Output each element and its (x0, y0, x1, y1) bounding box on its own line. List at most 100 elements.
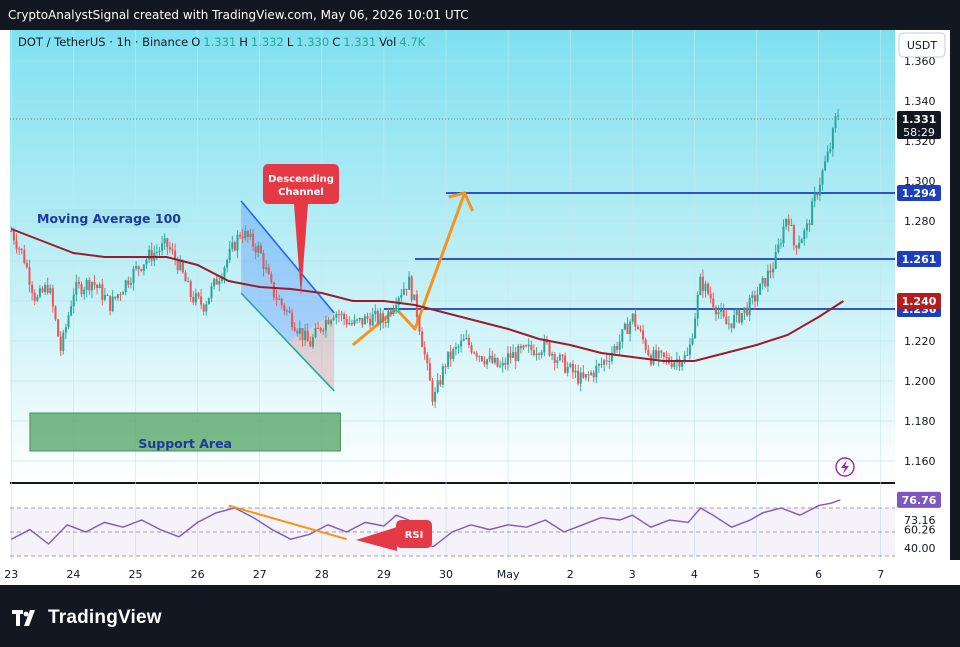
candle-body (824, 161, 827, 171)
candle-body (795, 245, 798, 249)
candle-body (116, 294, 119, 299)
candle-body (532, 349, 535, 356)
candle-body (103, 295, 106, 300)
candle-body (148, 249, 151, 260)
candle-body (831, 128, 834, 150)
candle-body (486, 359, 489, 365)
candle-body (725, 316, 728, 325)
candle-body (530, 344, 533, 350)
candle-body (96, 284, 99, 289)
ma-label: Moving Average 100 (37, 211, 181, 226)
candle-body (798, 243, 801, 249)
candle-body (496, 357, 499, 367)
candle-body (636, 326, 639, 330)
candle-body (738, 310, 741, 323)
candle-body (582, 372, 585, 378)
time-tick-label: 24 (66, 568, 80, 581)
candle-body (652, 350, 655, 365)
candle-body (350, 322, 353, 325)
candle-body (324, 319, 327, 331)
candle-body (137, 266, 140, 270)
candle-body (228, 248, 231, 261)
candle-body (790, 225, 793, 227)
legend-high-label: H (239, 35, 248, 49)
candle-body (772, 268, 775, 273)
candle-body (826, 151, 829, 162)
candle-body (501, 362, 504, 366)
candle-body (717, 311, 720, 315)
price-tick-label: 1.200 (904, 375, 936, 388)
candle-body (340, 313, 343, 316)
candle-body (184, 272, 187, 282)
candle-body (150, 249, 153, 261)
candle-body (62, 332, 65, 351)
candle-body (124, 280, 127, 293)
candle-body (285, 310, 288, 312)
candle-body (140, 269, 143, 271)
candle-body (722, 309, 725, 317)
candle-body (535, 353, 538, 356)
candle-body (57, 319, 60, 337)
candle-body (805, 223, 808, 231)
candle-body (389, 311, 392, 315)
candle-body (371, 314, 374, 326)
candle-body (275, 297, 278, 300)
candle-body (603, 360, 606, 365)
rsi-callout-label: RSI (405, 530, 424, 541)
candle-body (25, 263, 28, 268)
price-tick-label: 1.180 (904, 415, 936, 428)
candle-body (111, 296, 114, 311)
candle-body (743, 307, 746, 313)
candle-body (12, 231, 15, 241)
candle-body (387, 311, 390, 323)
candle-body (642, 330, 645, 340)
candle-body (132, 268, 135, 284)
candle-body (265, 267, 268, 269)
candle-body (18, 248, 21, 250)
countdown-label: 58:29 (903, 126, 935, 139)
tradingview-logo[interactable]: TradingView (12, 607, 162, 629)
candle-body (36, 296, 39, 301)
candle-body (395, 305, 398, 310)
candle-body (187, 281, 190, 283)
candle-body (644, 339, 647, 351)
candle-body (306, 330, 309, 342)
candle-body (270, 274, 273, 283)
candle-body (231, 242, 234, 249)
candle-body (408, 276, 411, 290)
chart-canvas[interactable]: 1.3601.3401.3201.3001.2801.2601.2401.220… (0, 0, 960, 585)
candle-body (218, 281, 221, 285)
candle-body (210, 286, 213, 298)
candle-body (608, 361, 611, 363)
candle-body (272, 282, 275, 298)
candle-body (249, 233, 252, 237)
candle-body (597, 363, 600, 366)
candle-body (241, 236, 244, 239)
candle-body (166, 238, 169, 248)
candle-body (566, 366, 569, 373)
candle-body (106, 295, 109, 297)
candle-body (525, 345, 528, 347)
candle-body (335, 313, 338, 318)
candle-body (345, 318, 348, 325)
candle-body (233, 242, 236, 251)
candle-body (670, 363, 673, 367)
candle-body (587, 374, 590, 376)
candle-body (787, 219, 790, 226)
candle-body (176, 259, 179, 271)
candle-body (792, 225, 795, 246)
candle-body (223, 267, 226, 278)
candle-body (478, 356, 481, 358)
time-tick-label: 4 (691, 568, 698, 581)
candle-body (727, 323, 730, 325)
legend-low-value: 1.330 (296, 35, 329, 49)
candle-body (80, 284, 83, 295)
time-tick-label: 7 (877, 568, 884, 581)
candle-body (816, 193, 819, 196)
candle-body (811, 201, 814, 226)
candle-body (356, 319, 359, 321)
candle-body (462, 339, 465, 341)
candle-body (782, 226, 785, 244)
candle-body (509, 353, 512, 358)
candle-body (579, 372, 582, 384)
